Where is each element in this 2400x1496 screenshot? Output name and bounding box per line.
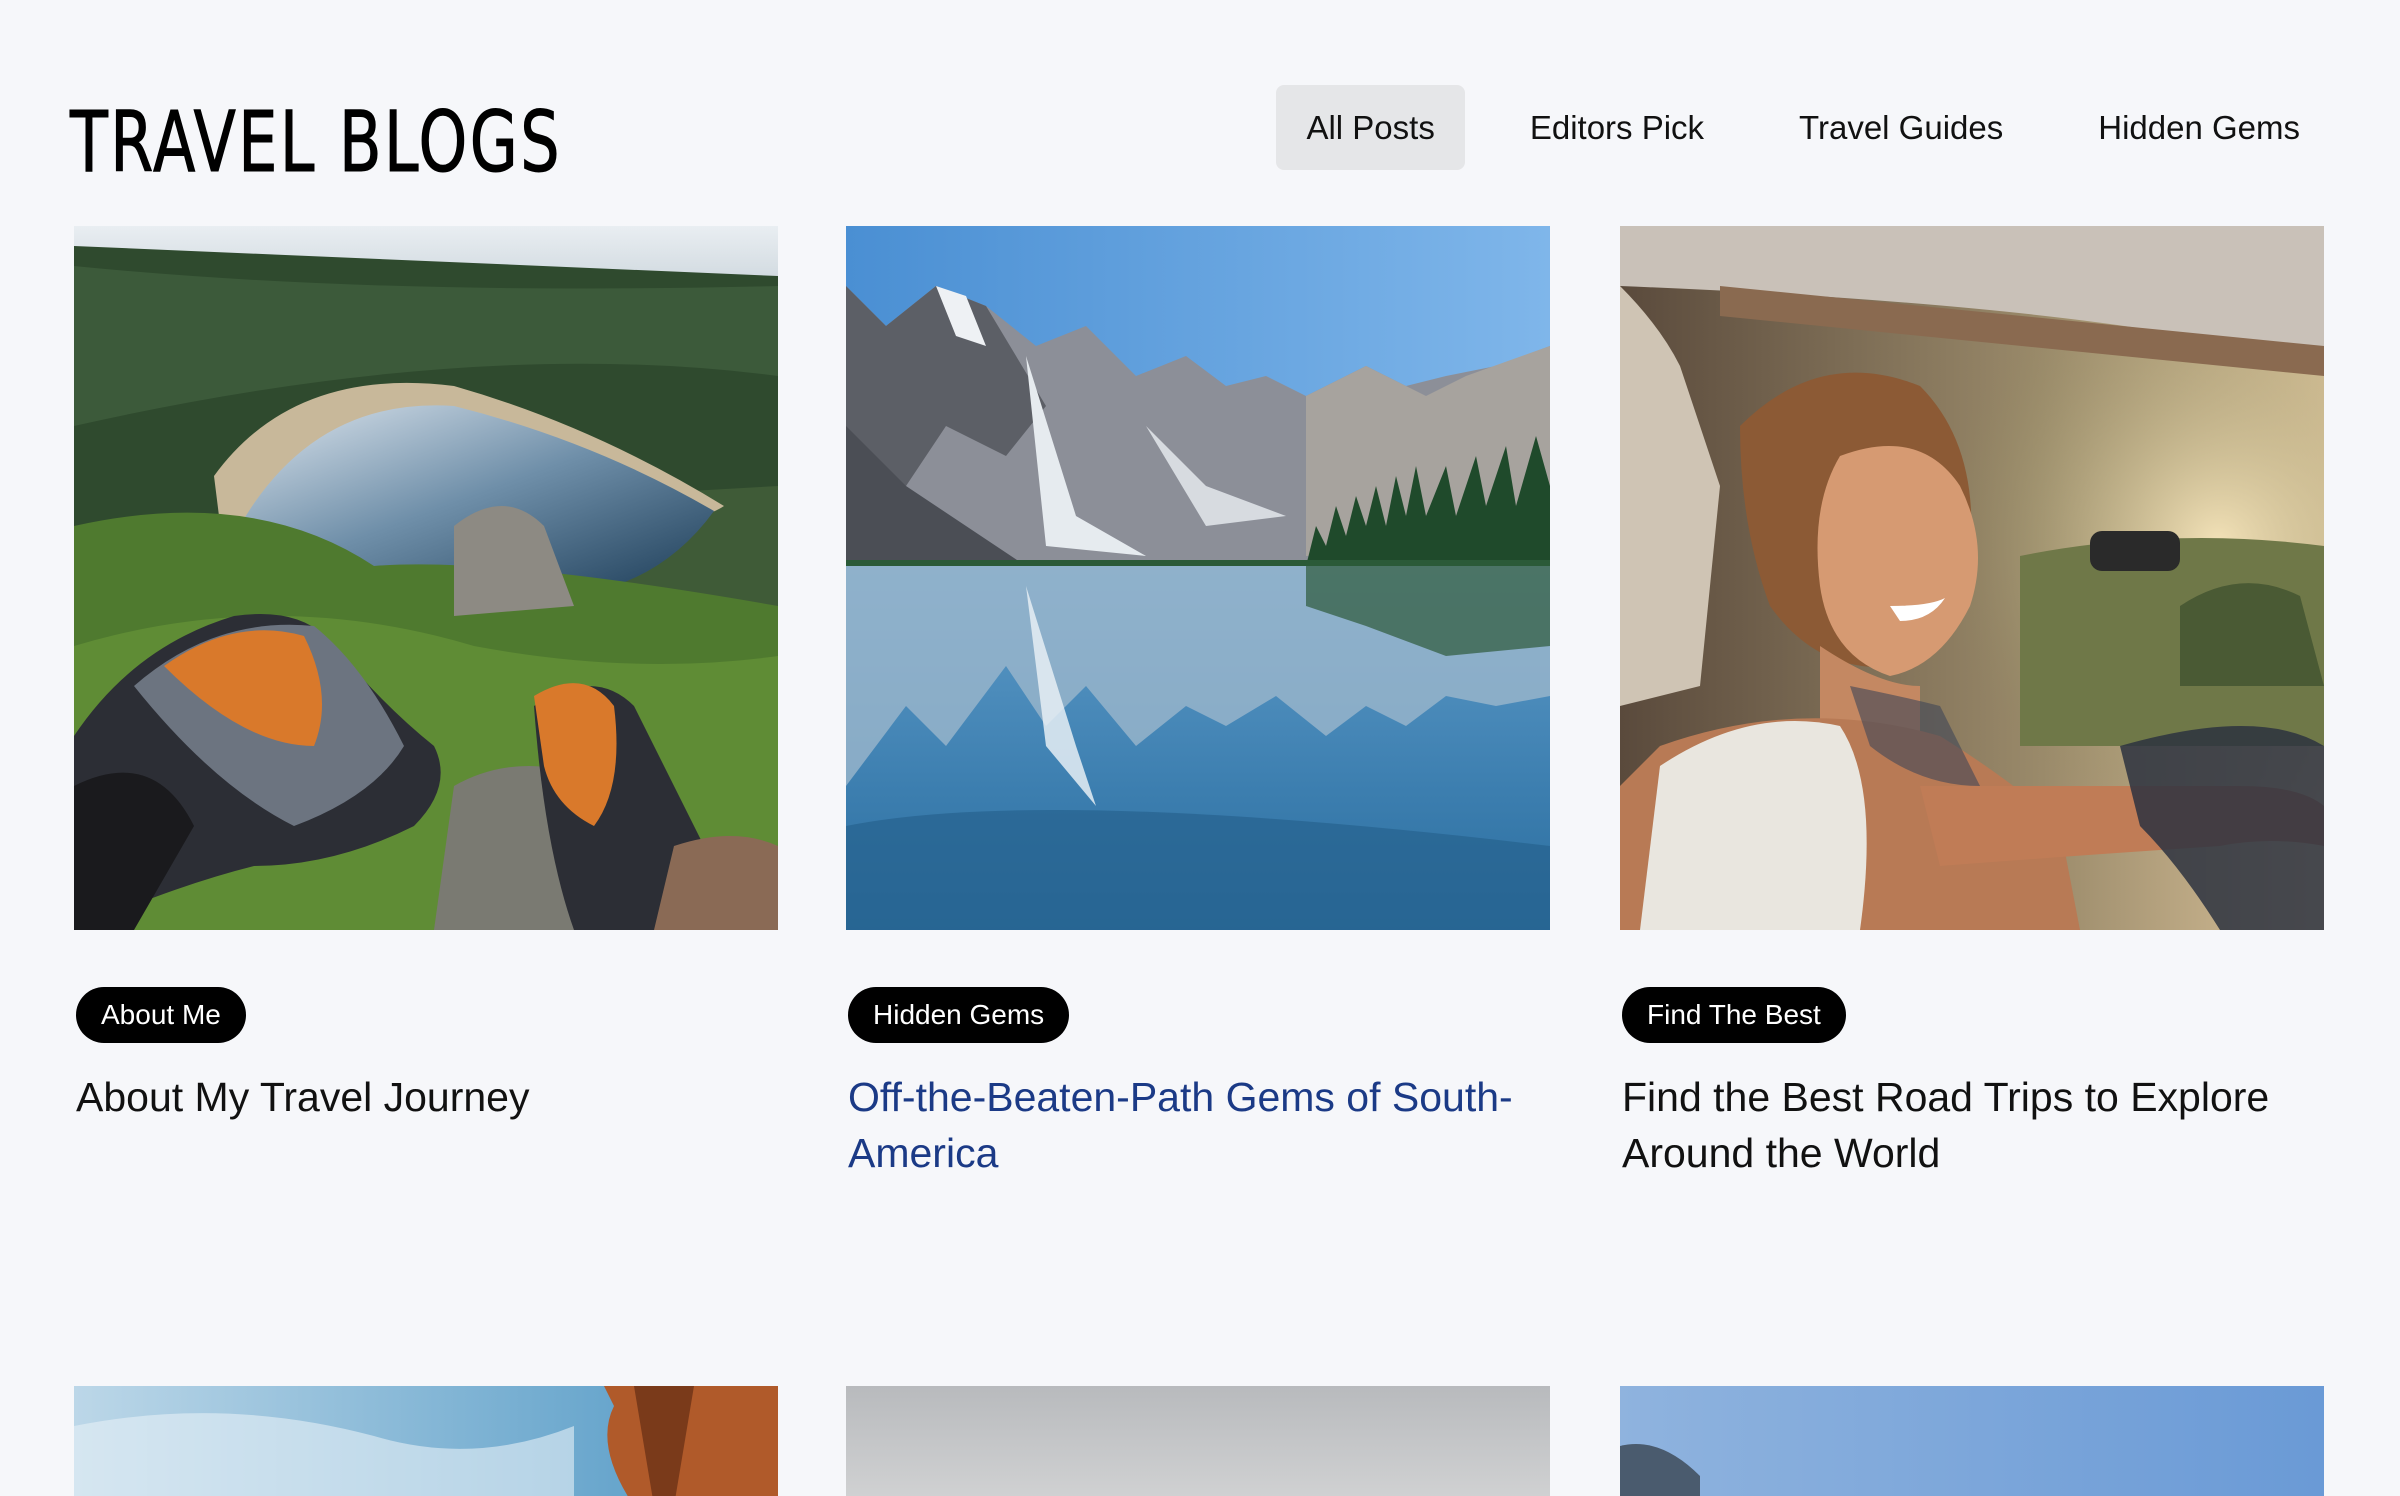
post-card-row2-1[interactable]	[74, 1386, 778, 1496]
category-nav: All Posts Editors Pick Travel Guides Hid…	[1241, 85, 2330, 170]
post-title[interactable]: Off-the-Beaten-Path Gems of South-Americ…	[848, 1069, 1550, 1181]
blog-page: TRAVEL BLOGS All Posts Editors Pick Trav…	[0, 0, 2400, 1496]
post-card-about-me[interactable]: About Me About My Travel Journey	[74, 226, 778, 1125]
tab-hidden-gems[interactable]: Hidden Gems	[2068, 85, 2330, 170]
site-title[interactable]: TRAVEL BLOGS	[70, 100, 562, 185]
post-card-find-the-best[interactable]: Find The Best Find the Best Road Trips t…	[1620, 226, 2324, 1181]
category-badge[interactable]: Find The Best	[1622, 987, 1846, 1043]
post-title[interactable]: Find the Best Road Trips to Explore Arou…	[1622, 1069, 2324, 1181]
canyon-photo	[74, 1386, 778, 1496]
category-badge[interactable]: About Me	[76, 987, 246, 1043]
category-badge[interactable]: Hidden Gems	[848, 987, 1070, 1043]
mountain-lake-photo[interactable]	[846, 226, 1550, 930]
woman-driving-photo[interactable]	[1620, 226, 2324, 930]
foggy-landscape-photo	[846, 1386, 1550, 1496]
hiking-boots-photo[interactable]	[74, 226, 778, 930]
post-card-row2-2[interactable]	[846, 1386, 1550, 1496]
post-title[interactable]: About My Travel Journey	[76, 1069, 778, 1125]
post-card-row2-3[interactable]	[1620, 1386, 2324, 1496]
post-card-hidden-gems[interactable]: Hidden Gems Off-the-Beaten-Path Gems of …	[846, 226, 1550, 1181]
blue-sky-hill-photo	[1620, 1386, 2324, 1496]
tab-travel-guides[interactable]: Travel Guides	[1769, 85, 2033, 170]
tab-all-posts[interactable]: All Posts	[1276, 85, 1465, 170]
tab-editors-pick[interactable]: Editors Pick	[1500, 85, 1734, 170]
